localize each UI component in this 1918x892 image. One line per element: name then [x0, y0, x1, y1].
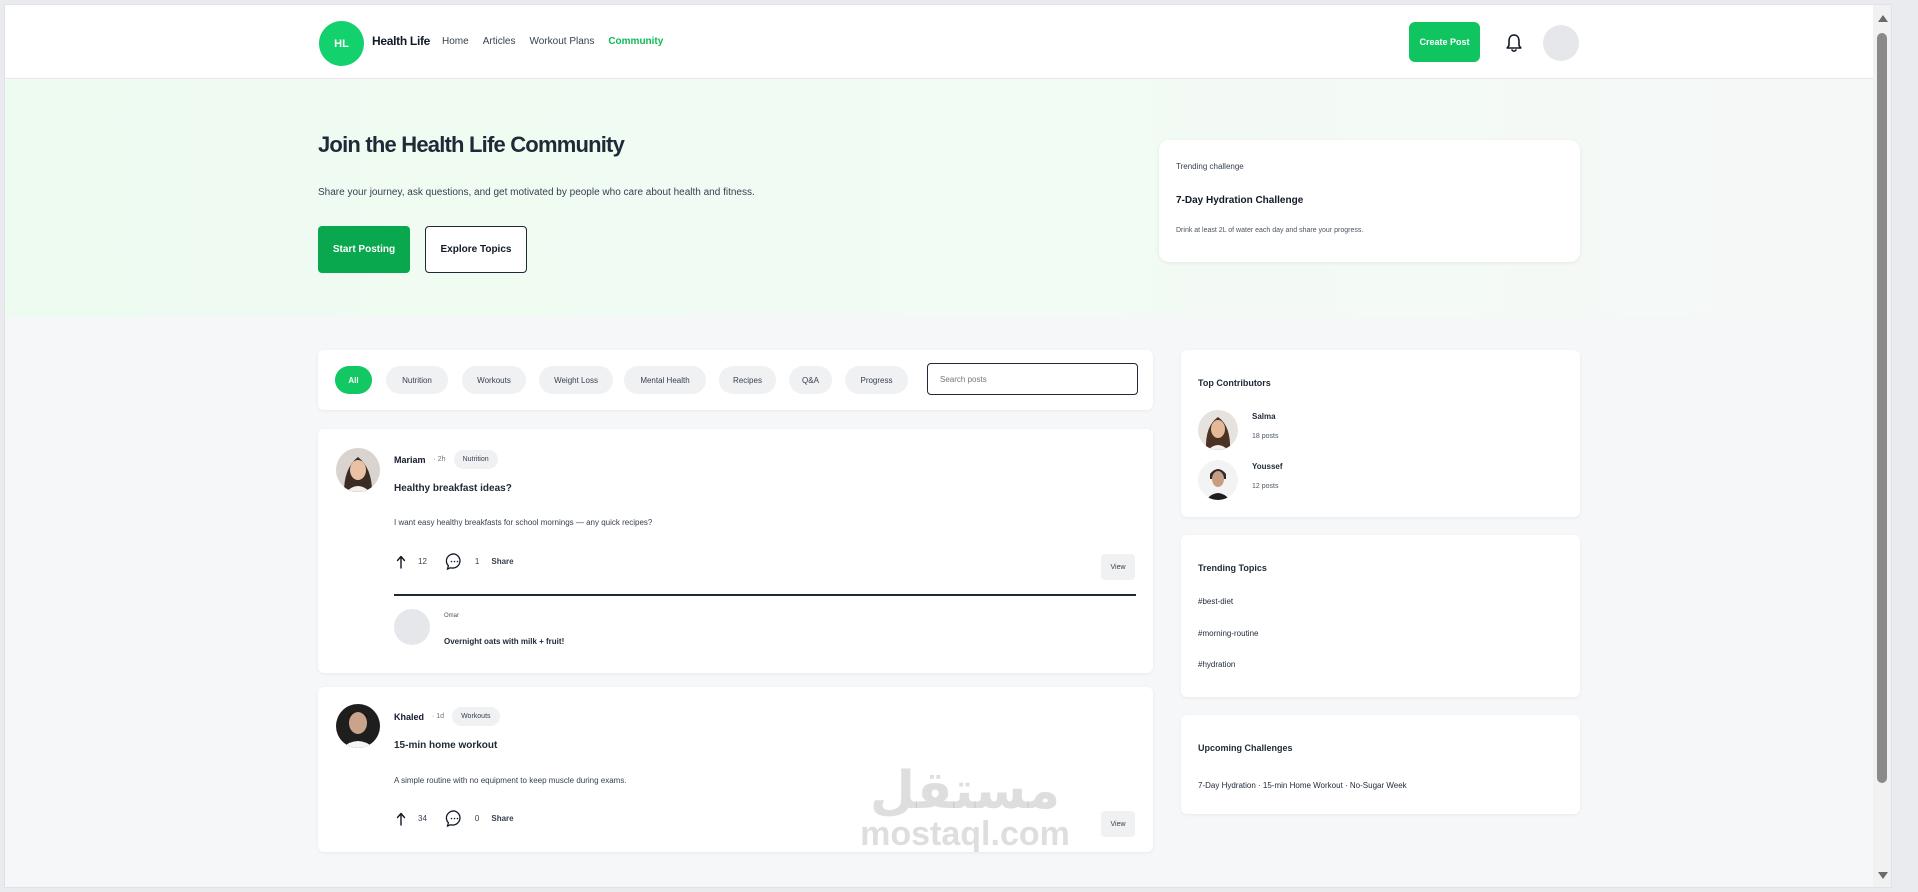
top-navbar: HL Health Life Home Articles Workout Pla…: [5, 5, 1891, 79]
upcoming-challenges-list: 7-Day Hydration · 15-min Home Workout · …: [1198, 781, 1407, 790]
browser-viewport: HL Health Life Home Articles Workout Pla…: [4, 4, 1892, 888]
brand-logo[interactable]: HL: [319, 21, 364, 66]
upvote-arrow-icon[interactable]: [396, 812, 406, 826]
contributor-name[interactable]: Youssef: [1252, 462, 1283, 471]
main-nav: Home Articles Workout Plans Community: [442, 36, 663, 47]
filter-pill-progress[interactable]: Progress: [845, 366, 908, 394]
nav-community[interactable]: Community: [608, 36, 663, 47]
post-body: A simple routine with no equipment to ke…: [394, 776, 627, 785]
reply-avatar[interactable]: [394, 609, 430, 645]
filter-pill-mental-health[interactable]: Mental Health: [624, 366, 706, 394]
contributor-avatar[interactable]: [1198, 410, 1238, 450]
challenge-description: Drink at least 2L of water each day and …: [1176, 227, 1364, 234]
filter-pill-weight-loss[interactable]: Weight Loss: [539, 366, 613, 394]
comment-bubble-icon[interactable]: [445, 552, 464, 571]
contributor-name[interactable]: Salma: [1252, 412, 1276, 421]
share-button[interactable]: Share: [491, 814, 513, 823]
view-post-button[interactable]: View: [1101, 554, 1135, 580]
reply-text: Overnight oats with milk + fruit!: [444, 637, 565, 646]
author-name[interactable]: Khaled: [394, 712, 424, 722]
user-avatar[interactable]: [1543, 25, 1579, 61]
author-name[interactable]: Mariam: [394, 455, 426, 465]
filter-pill-workouts[interactable]: Workouts: [462, 366, 526, 394]
upvote-arrow-icon[interactable]: [396, 555, 406, 569]
post-time: · 2h: [433, 456, 446, 463]
challenge-eyebrow: Trending challenge: [1176, 162, 1244, 171]
topic-link[interactable]: #morning-routine: [1198, 629, 1258, 638]
nav-home[interactable]: Home: [442, 36, 469, 47]
vertical-scrollbar[interactable]: [1873, 5, 1891, 887]
view-post-button[interactable]: View: [1101, 811, 1135, 837]
author-avatar[interactable]: [336, 704, 380, 748]
trending-topics-card: Trending Topics #best-diet #morning-rout…: [1181, 535, 1580, 697]
search-input[interactable]: [927, 363, 1138, 395]
start-posting-button[interactable]: Start Posting: [318, 226, 410, 273]
comment-count: 1: [474, 557, 480, 566]
hero-section: Join the Health Life Community Share you…: [5, 80, 1891, 317]
post-time: · 1d: [432, 713, 445, 720]
post-body: I want easy healthy breakfasts for schoo…: [394, 518, 653, 527]
post-actions: 34 0 Share: [396, 809, 514, 828]
filter-pill-nutrition[interactable]: Nutrition: [386, 366, 448, 394]
post-title[interactable]: Healthy breakfast ideas?: [394, 483, 512, 494]
top-contributors-title: Top Contributors: [1198, 378, 1271, 388]
post-card: Mariam · 2h Nutrition Healthy breakfast …: [318, 429, 1153, 673]
upcoming-challenges-title: Upcoming Challenges: [1198, 743, 1293, 753]
trending-topics-title: Trending Topics: [1198, 563, 1267, 573]
scroll-up-arrow-icon[interactable]: [1878, 15, 1888, 22]
upvote-count: 34: [418, 814, 427, 823]
filter-pill-recipes[interactable]: Recipes: [719, 366, 776, 394]
scroll-down-arrow-icon[interactable]: [1878, 872, 1888, 879]
hero-title: Join the Health Life Community: [318, 132, 625, 157]
comment-bubble-icon[interactable]: [445, 809, 464, 828]
hero-subtitle: Share your journey, ask questions, and g…: [318, 187, 755, 198]
nav-articles[interactable]: Articles: [483, 36, 516, 47]
post-meta: Khaled · 1d Workouts: [394, 707, 500, 726]
top-contributors-card: Top Contributors Salma 18 posts Youssef …: [1181, 350, 1580, 517]
filter-pill-all[interactable]: All: [335, 366, 372, 394]
reply-author[interactable]: Omar: [444, 613, 459, 619]
post-tag[interactable]: Workouts: [452, 707, 500, 726]
scrollbar-thumb[interactable]: [1877, 33, 1887, 783]
post-card: Khaled · 1d Workouts 15-min home workout…: [318, 687, 1153, 852]
filter-pill-qa[interactable]: Q&A: [789, 366, 832, 394]
filter-bar: All Nutrition Workouts Weight Loss Menta…: [318, 350, 1153, 410]
post-title[interactable]: 15-min home workout: [394, 740, 497, 751]
post-actions: 12 1 Share: [396, 552, 514, 571]
trending-challenge-card[interactable]: Trending challenge 7-Day Hydration Chall…: [1159, 140, 1580, 262]
brand-name[interactable]: Health Life: [372, 34, 430, 48]
post-meta: Mariam · 2h Nutrition: [394, 450, 498, 469]
topic-link[interactable]: #hydration: [1198, 660, 1235, 669]
post-tag[interactable]: Nutrition: [453, 450, 498, 469]
contributor-post-count: 18 posts: [1252, 433, 1279, 440]
comment-count: 0: [474, 814, 480, 823]
explore-topics-button[interactable]: Explore Topics: [425, 226, 527, 273]
upcoming-challenges-card: Upcoming Challenges 7-Day Hydration · 15…: [1181, 715, 1580, 814]
reply-divider: [394, 594, 1136, 596]
challenge-name: 7-Day Hydration Challenge: [1176, 195, 1304, 206]
contributor-avatar[interactable]: [1198, 460, 1238, 500]
create-post-button[interactable]: Create Post: [1409, 22, 1480, 62]
author-avatar[interactable]: [336, 448, 380, 492]
nav-workout-plans[interactable]: Workout Plans: [529, 36, 594, 47]
topic-link[interactable]: #best-diet: [1198, 597, 1233, 606]
upvote-count: 12: [418, 557, 427, 566]
share-button[interactable]: Share: [491, 557, 513, 566]
contributor-post-count: 12 posts: [1252, 483, 1279, 490]
bell-icon[interactable]: [1505, 33, 1523, 53]
